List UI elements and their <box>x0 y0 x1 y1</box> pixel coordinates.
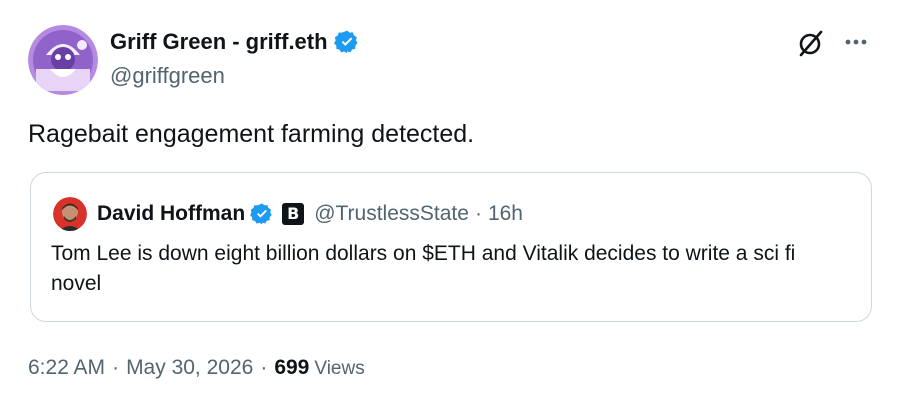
quoted-author-handle[interactable]: @TrustlessState <box>314 202 469 226</box>
quoted-tweet-time[interactable]: 16h <box>488 202 523 226</box>
separator-dot: · <box>112 356 120 379</box>
affiliate-badge-icon[interactable]: B <box>282 203 305 225</box>
quoted-tweet-header: David Hoffman B @TrustlessState · 16h <box>97 197 523 231</box>
author-handle[interactable]: @griffgreen <box>110 62 225 90</box>
views-label: Views <box>314 358 365 379</box>
tweet-meta: 6:22 AM · May 30, 2026 · 699 Views <box>28 354 365 383</box>
tweet: Griff Green - griff.eth @griffgreen Rage… <box>0 0 902 402</box>
more-dots-icon[interactable] <box>842 30 870 54</box>
quoted-tweet-card[interactable]: David Hoffman B @TrustlessState · 16h To… <box>30 172 872 322</box>
verified-badge-icon <box>250 203 272 225</box>
quoted-author-name[interactable]: David Hoffman <box>97 202 245 226</box>
author-avatar[interactable] <box>28 25 98 95</box>
tweet-text: Ragebait engagement farming detected. <box>28 120 475 148</box>
quoted-author-avatar[interactable] <box>53 197 87 231</box>
separator-dot: · <box>260 356 268 379</box>
verified-badge-icon <box>333 30 358 54</box>
grok-icon[interactable] <box>796 28 826 58</box>
tweet-time[interactable]: 6:22 AM <box>28 354 105 382</box>
tweet-date[interactable]: May 30, 2026 <box>126 354 253 382</box>
quoted-tweet-text: Tom Lee is down eight billion dollars on… <box>51 242 796 295</box>
views-count: 699 <box>274 356 310 379</box>
separator-dot: · <box>474 202 482 225</box>
author-name[interactable]: Griff Green - griff.eth <box>110 28 328 56</box>
author-name-row[interactable]: Griff Green - griff.eth <box>110 28 360 56</box>
